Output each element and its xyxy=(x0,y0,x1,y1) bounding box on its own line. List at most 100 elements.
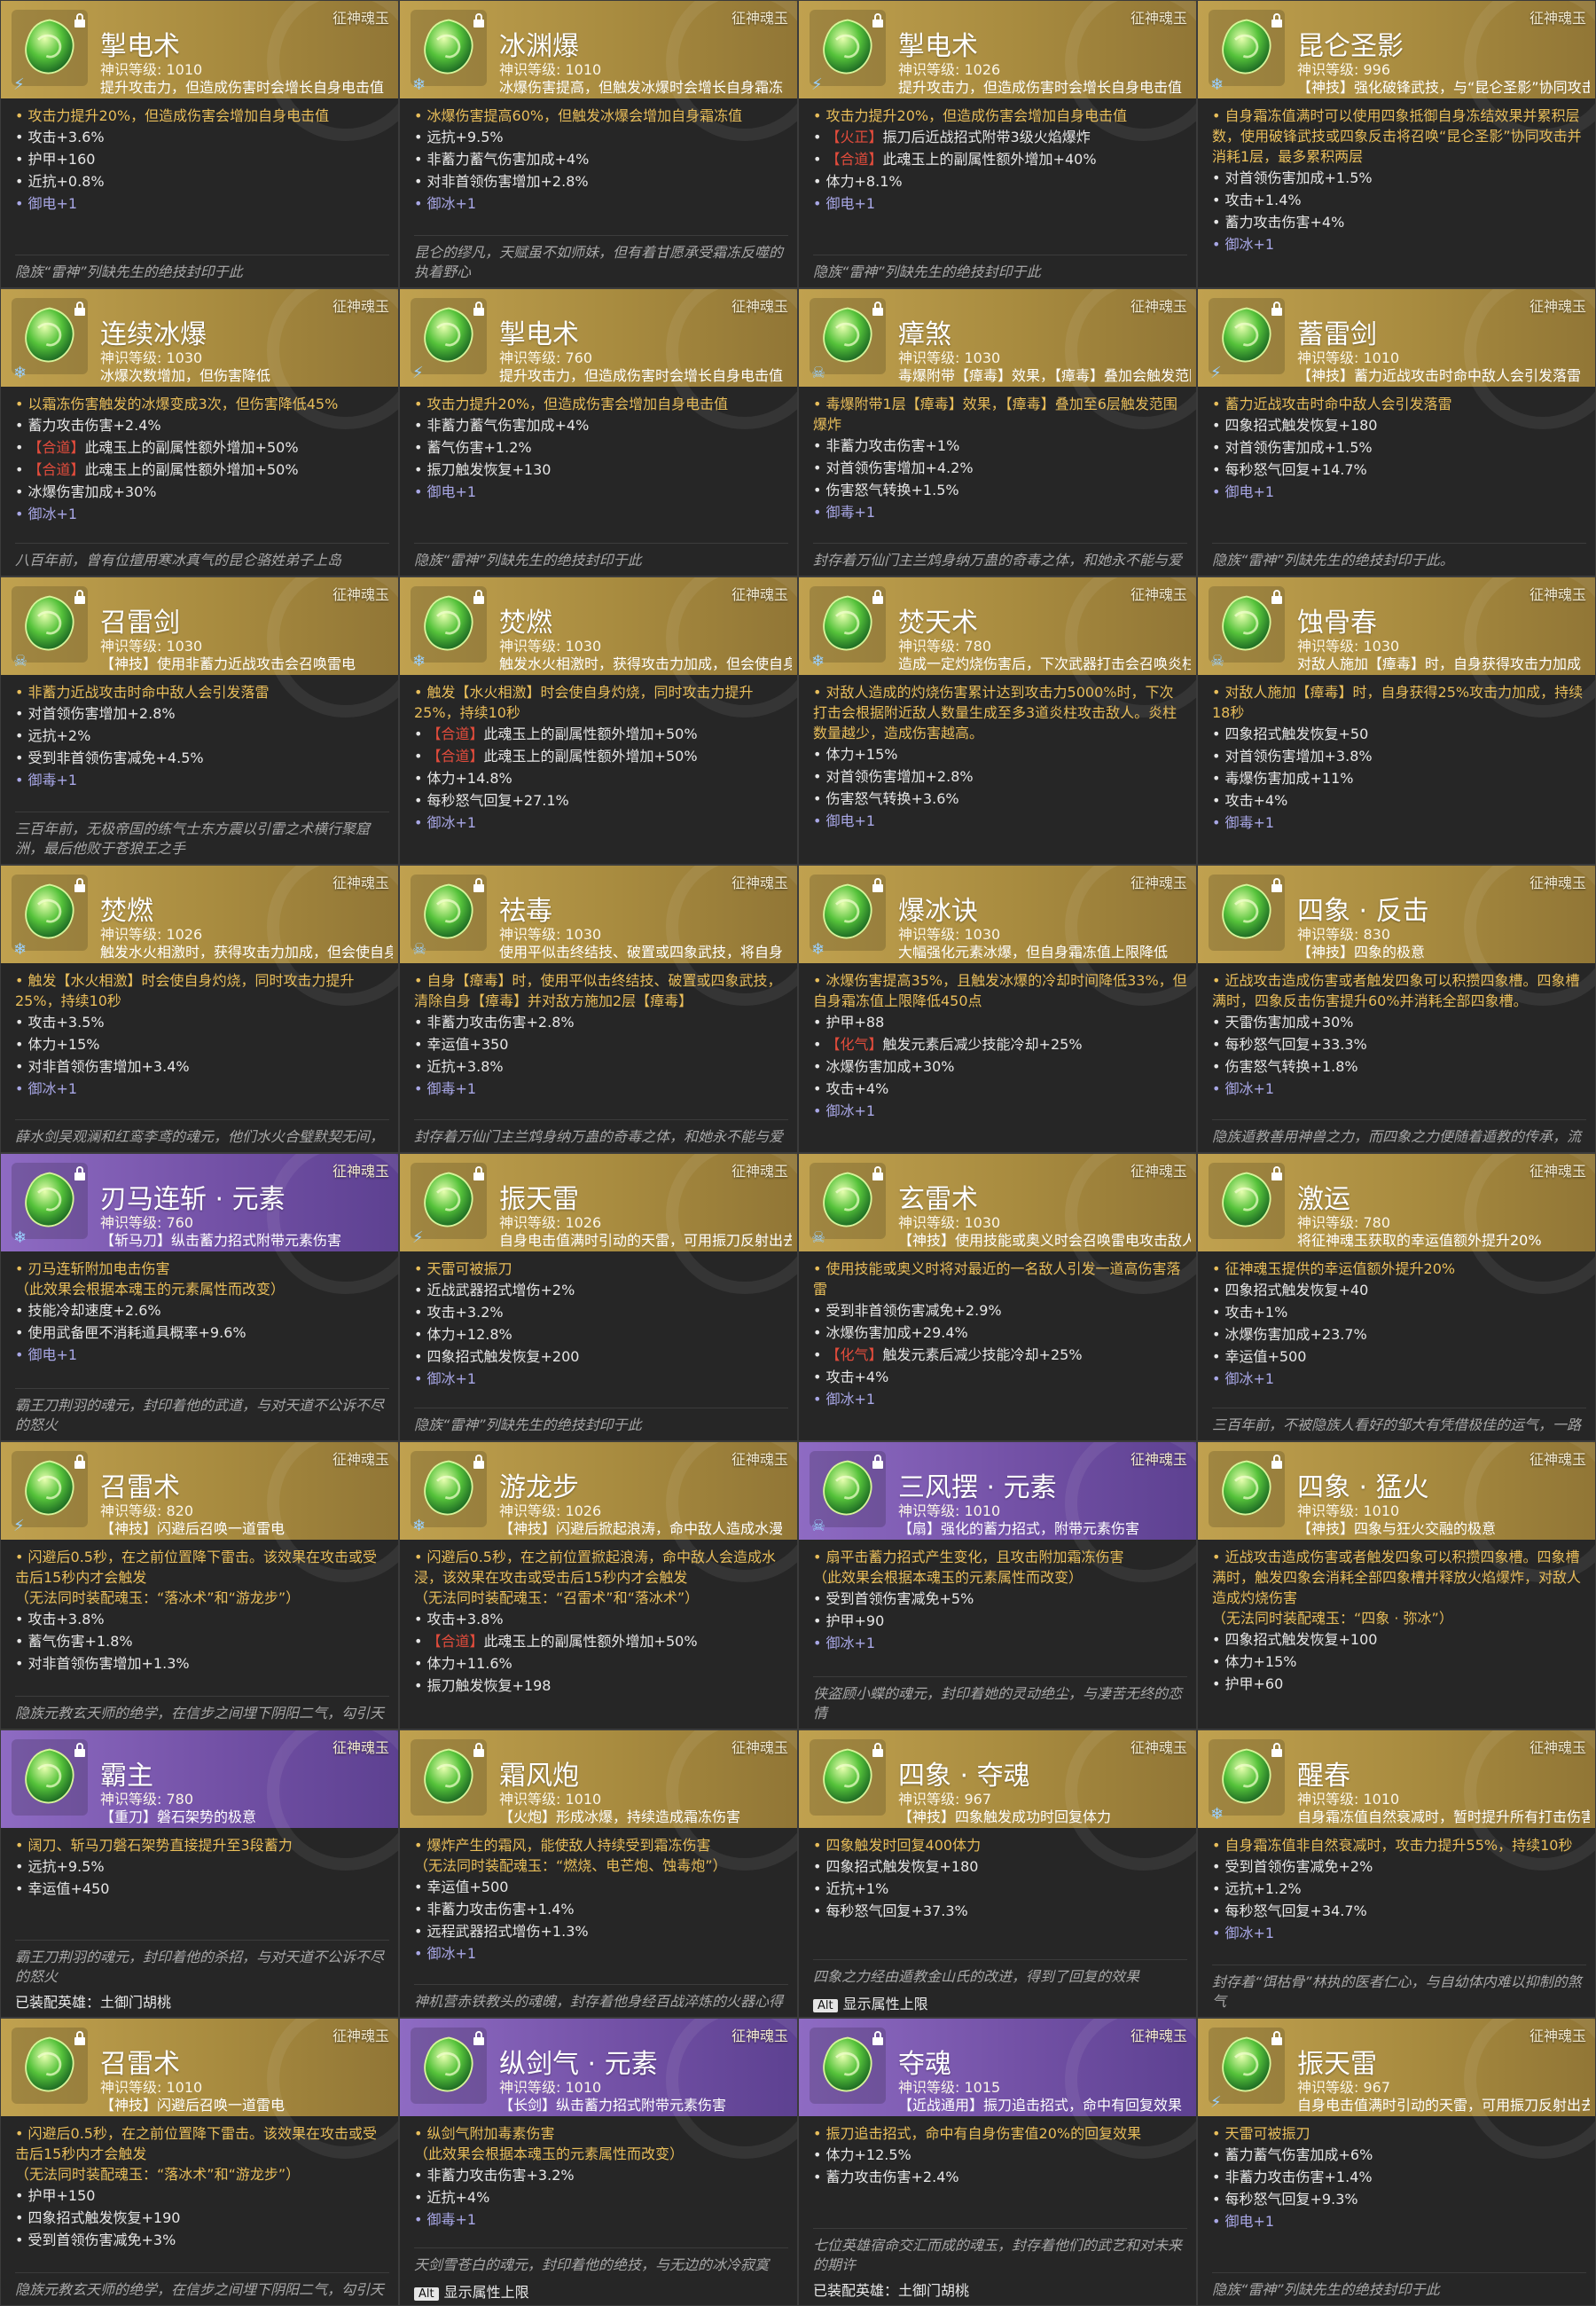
lock-icon[interactable] xyxy=(872,13,884,27)
lock-icon[interactable] xyxy=(1271,590,1283,604)
jade-summary: 【重刀】磐石架势的极意 xyxy=(100,1808,257,1825)
card-body: • 对敌人造成的灼烧伤害累计达到攻击力5000%时，下次打击会根据附近敌人数量生… xyxy=(799,682,1196,832)
soul-jade-card[interactable]: 征神魂玉 ❄ 昆仑圣影 神识等级: 996 【神技】强化破锋武技，与“昆仑圣影”… xyxy=(1197,0,1596,288)
soul-jade-card[interactable]: 征神魂玉 ❄ 焚天术 神识等级: 780 造成一定灼烧伤害后，下次武器打击会召唤… xyxy=(798,576,1197,865)
soul-jade-card[interactable]: 征神魂玉 纵剑气 · 元素 神识等级: 1010 【长剑】纵击蓄力招式附带元素伤… xyxy=(399,2018,798,2306)
main-effect: • 天雷可被振刀 xyxy=(1212,2125,1310,2142)
lock-icon[interactable] xyxy=(872,590,884,604)
element-affinity: • 御毒+1 xyxy=(15,772,78,788)
sub-stat: • 受到非首领伤害减免+2.9% xyxy=(813,1302,1002,1319)
lore-text: 隐族“雷神”列缺先生的绝技封印于此 xyxy=(813,255,1187,282)
card-header: 征神魂玉 ❄ 冰渊爆 神识等级: 1010 冰爆伤害提高，但触发冰爆时会增长自身… xyxy=(400,1,797,141)
soul-jade-card[interactable]: 征神魂玉 ❄ 醒春 神识等级: 1010 自身霜冻值自然衰减时，暂时提升所有打击… xyxy=(1197,1730,1596,2018)
snowflake-icon: ❄ xyxy=(1210,75,1224,94)
card-body: • 非蓄力近战攻击时命中敌人会引发落雷 • 对首领伤害增加+2.8% • 远抗+2%… xyxy=(1,682,398,791)
soul-jade-card[interactable]: 征神魂玉 ❄ 焚燃 神识等级: 1026 触发水火相激时，获得攻击力加成，但会使… xyxy=(0,865,399,1153)
poison-icon: ☠ xyxy=(13,652,28,671)
lock-icon[interactable] xyxy=(473,13,485,27)
lock-icon[interactable] xyxy=(1271,1455,1283,1469)
soul-jade-card[interactable]: 征神魂玉 ⚡ 召雷术 神识等级: 820 【神技】闪避后召唤一道雷电 • 闪避后… xyxy=(0,1441,399,1730)
sub-stat: • 【合道】此魂玉上的副属性额外增加+50% xyxy=(414,1633,698,1650)
lock-icon[interactable] xyxy=(74,1743,86,1757)
lore-text: 神机营赤铁教头的魂魄，封存着他身经百战淬炼的火器心得 xyxy=(414,1984,788,2012)
soul-jade-card[interactable]: 征神魂玉 ⚡ 蓄雷剑 神识等级: 1010 【神技】蓄力近战攻击时命中敌人会引发… xyxy=(1197,288,1596,576)
sub-stat: • 伤害怒气转换+1.8% xyxy=(1212,1058,1358,1075)
soul-jade-card[interactable]: 征神魂玉 ⚡ 掣电术 神识等级: 1026 提升攻击力，但造成伤害时会增长自身电… xyxy=(798,0,1197,288)
lock-icon[interactable] xyxy=(74,590,86,604)
soul-jade-card[interactable]: 征神魂玉 四象 · 猛火 神识等级: 1010 【神技】四象与狂火交融的极意 •… xyxy=(1197,1441,1596,1730)
card-body: • 以霜冻伤害触发的冰爆变成3次，但伤害降低45% • 蓄力攻击伤害+2.4% • … xyxy=(1,394,398,525)
sub-stat: • 对首领伤害增加+4.2% xyxy=(813,459,974,476)
soul-jade-card[interactable]: 征神魂玉 ❄ 游龙步 神识等级: 1026 【神技】闪避后掀起浪涛，命中敌人造成… xyxy=(399,1441,798,1730)
lock-icon[interactable] xyxy=(473,1743,485,1757)
lock-icon[interactable] xyxy=(1271,2031,1283,2045)
lock-icon[interactable] xyxy=(74,878,86,892)
soul-jade-card[interactable]: 征神魂玉 ☠ 蚀骨春 神识等级: 1030 对敌人施加【瘴毒】时，自身获得攻击力… xyxy=(1197,576,1596,865)
soul-jade-card[interactable]: 征神魂玉 夺魂 神识等级: 1015 【近战通用】振刀追击招式，命中有回复效果 … xyxy=(798,2018,1197,2306)
lock-icon[interactable] xyxy=(1271,302,1283,316)
sub-stat: • 对非首领伤害增加+2.8% xyxy=(414,173,589,190)
soul-jade-card[interactable]: 征神魂玉 ⚡ 振天雷 神识等级: 967 自身电击值满时引动的天雷，可用振刀反射… xyxy=(1197,2018,1596,2306)
card-header: 征神魂玉 激运 神识等级: 780 将征神魂玉获取的幸运值额外提升20% xyxy=(1198,1154,1595,1294)
category-badge: 征神魂玉 xyxy=(731,1739,788,1756)
lock-icon[interactable] xyxy=(872,2031,884,2045)
soul-jade-card[interactable]: 征神魂玉 ❄ 连续冰爆 神识等级: 1030 冰爆次数增加，但伤害降低 • 以霜… xyxy=(0,288,399,576)
category-badge: 征神魂玉 xyxy=(731,10,788,27)
lock-icon[interactable] xyxy=(872,1743,884,1757)
element-affinity: • 御冰+1 xyxy=(15,1080,78,1097)
category-badge: 征神魂玉 xyxy=(1130,10,1187,27)
sub-stat: • 【化气】触发元素后减少技能冷却+25% xyxy=(813,1036,1083,1053)
soul-jade-card[interactable]: 征神魂玉 四象 · 夺魂 神识等级: 967 【神技】四象触发成功时回复体力 •… xyxy=(798,1730,1197,2018)
show-stat-cap-hint[interactable]: Alt 显示属性上限 xyxy=(414,2280,529,2302)
main-effect: • 对敌人造成的灼烧伤害累计达到攻击力5000%时，下次打击会根据附近敌人数量生… xyxy=(813,684,1177,741)
lock-icon[interactable] xyxy=(74,13,86,27)
soul-jade-card[interactable]: 征神魂玉 ☠ 瘴煞 神识等级: 1030 毒爆附带【瘴毒】效果，【瘴毒】叠加会触… xyxy=(798,288,1197,576)
soul-jade-card[interactable]: 征神魂玉 ⚡ 振天雷 神识等级: 1026 自身电击值满时引动的天雷，可用振刀反… xyxy=(399,1153,798,1441)
snowflake-icon: ❄ xyxy=(811,652,825,671)
soul-jade-card[interactable]: 征神魂玉 激运 神识等级: 780 将征神魂玉获取的幸运值额外提升20% • 征… xyxy=(1197,1153,1596,1441)
soul-jade-card[interactable]: 征神魂玉 ☠ 玄雷术 神识等级: 1030 【神技】使用技能或奥义时会召唤雷电攻… xyxy=(798,1153,1197,1441)
lock-icon[interactable] xyxy=(473,1455,485,1469)
lock-icon[interactable] xyxy=(473,1166,485,1180)
jade-summary: 对敌人施加【瘴毒】时，自身获得攻击力加成 xyxy=(1297,655,1582,672)
lock-icon[interactable] xyxy=(872,878,884,892)
jade-summary: 【神技】四象与狂火交融的极意 xyxy=(1297,1520,1497,1537)
soul-jade-card[interactable]: 征神魂玉 ❄ 爆冰诀 神识等级: 1030 大幅强化元素冰爆，但自身霜冻值上限降… xyxy=(798,865,1197,1153)
main-effect: • 触发【水火相激】时会使自身灼烧，同时攻击力提升25%，持续10秒 xyxy=(414,684,754,721)
soul-jade-card[interactable]: 征神魂玉 ☠ 三风摆 · 元素 神识等级: 1010 【扇】强化的蓄力招式，附带… xyxy=(798,1441,1197,1730)
soul-jade-card[interactable]: 征神魂玉 霜风炮 神识等级: 1010 【火炮】形成冰爆，持续造成霜冻伤害 • … xyxy=(399,1730,798,2018)
lock-icon[interactable] xyxy=(74,2031,86,2045)
lock-icon[interactable] xyxy=(872,1166,884,1180)
lock-icon[interactable] xyxy=(872,1455,884,1469)
lock-icon[interactable] xyxy=(74,1455,86,1469)
sub-stat: • 对首领伤害增加+3.8% xyxy=(1212,748,1373,765)
soul-jade-card[interactable]: 征神魂玉 四象 · 反击 神识等级: 830 【神技】四象的极意 • 近战攻击造… xyxy=(1197,865,1596,1153)
lock-icon[interactable] xyxy=(473,302,485,316)
show-stat-cap-hint[interactable]: Alt 显示属性上限 xyxy=(813,1992,928,2013)
lock-icon[interactable] xyxy=(1271,878,1283,892)
sub-stat: • 四象招式触发恢复+180 xyxy=(813,1858,979,1875)
sub-stat: • 攻击+3.8% xyxy=(414,1611,504,1628)
soul-jade-card[interactable]: 征神魂玉 ❄ 焚燃 神识等级: 1030 触发水火相激时，获得攻击力加成，但会使… xyxy=(399,576,798,865)
lock-icon[interactable] xyxy=(1271,13,1283,27)
lock-icon[interactable] xyxy=(74,302,86,316)
sub-stat: • 攻击+4% xyxy=(813,1080,889,1097)
soul-jade-card[interactable]: 征神魂玉 ☠ 祛毒 神识等级: 1030 使用平似击终结技、破置或四象武技，将自… xyxy=(399,865,798,1153)
soul-jade-card[interactable]: 征神魂玉 ❄ 刃马连斩 · 元素 神识等级: 760 【斩马刀】纵击蓄力招式附带… xyxy=(0,1153,399,1441)
soul-jade-card[interactable]: 征神魂玉 召雷术 神识等级: 1010 【神技】闪避后召唤一道雷电 • 闪避后0… xyxy=(0,2018,399,2306)
lock-icon[interactable] xyxy=(1271,1743,1283,1757)
lock-icon[interactable] xyxy=(1271,1166,1283,1180)
lock-icon[interactable] xyxy=(74,1166,86,1180)
lock-icon[interactable] xyxy=(473,878,485,892)
soul-jade-card[interactable]: 征神魂玉 霸主 神识等级: 780 【重刀】磐石架势的极意 • 阔刀、斩马刀磐石… xyxy=(0,1730,399,2018)
soul-jade-card[interactable]: 征神魂玉 ⚡ 掣电术 神识等级: 760 提升攻击力，但造成伤害时会增长自身电击… xyxy=(399,288,798,576)
lock-icon[interactable] xyxy=(473,2031,485,2045)
soul-jade-card[interactable]: 征神魂玉 ☠ 召雷剑 神识等级: 1030 【神技】使用非蓄力近战攻击会召唤雷电… xyxy=(0,576,399,865)
poison-icon: ☠ xyxy=(811,364,826,382)
soul-jade-card[interactable]: 征神魂玉 ❄ 冰渊爆 神识等级: 1010 冰爆伤害提高，但触发冰爆时会增长自身… xyxy=(399,0,798,288)
lore-text: 三百年前，不被隐族人看好的邹大有凭借极佳的运气，一路 xyxy=(1212,1408,1586,1435)
lock-icon[interactable] xyxy=(872,302,884,316)
lore-text: 七位英雄宿命交汇而成的魂玉，封存着他们的武艺和对未来的期许 xyxy=(813,2228,1187,2275)
lock-icon[interactable] xyxy=(473,590,485,604)
soul-jade-card[interactable]: 征神魂玉 ⚡ 掣电术 神识等级: 1010 提升攻击力，但造成伤害时会增长自身电… xyxy=(0,0,399,288)
